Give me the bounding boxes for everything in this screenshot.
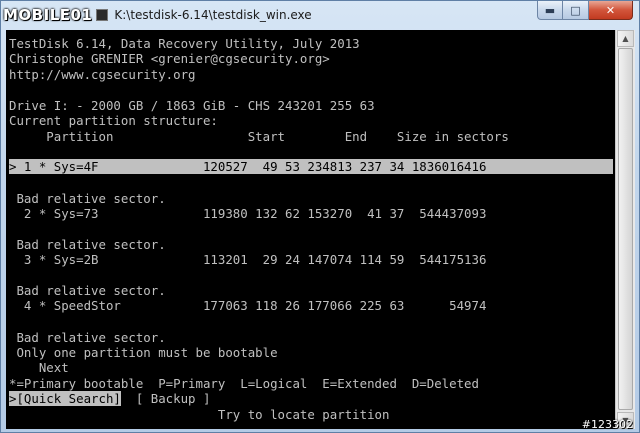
- console-app-icon: [96, 9, 109, 21]
- site-logo: MOBILE01: [3, 6, 93, 24]
- watermark: #123302: [581, 418, 633, 431]
- partition-row-4[interactable]: 4 * SpeedStor 177063 118 26 177066 225 6…: [9, 298, 487, 313]
- action-menu: >[Quick Search] [ Backup ]: [9, 391, 210, 406]
- quick-search-button[interactable]: >[Quick Search]: [9, 391, 121, 406]
- column-headers: Partition Start End Size in sectors: [9, 129, 509, 144]
- drive-info: Drive I: - 2000 GB / 1863 GiB - CHS 2432…: [9, 98, 375, 113]
- vertical-scrollbar[interactable]: ▲ ▼: [615, 30, 635, 429]
- partition-warning-4: Bad relative sector.: [9, 283, 166, 298]
- header-line-1: TestDisk 6.14, Data Recovery Utility, Ju…: [9, 36, 360, 51]
- window-controls: ▬ □ ✕: [537, 1, 633, 20]
- partition-warning-2: Bad relative sector.: [9, 191, 166, 206]
- scroll-up-icon[interactable]: ▲: [617, 30, 634, 47]
- partition-row-3[interactable]: 3 * Sys=2B 113201 29 24 147074 114 59 54…: [9, 252, 487, 267]
- close-button[interactable]: ✕: [589, 1, 633, 20]
- structure-label: Current partition structure:: [9, 113, 218, 128]
- scroll-thumb[interactable]: [618, 48, 633, 410]
- next-link[interactable]: Next: [9, 360, 69, 375]
- console-output[interactable]: TestDisk 6.14, Data Recovery Utility, Ju…: [6, 30, 615, 429]
- header-line-2: Christophe GRENIER <grenier@cgsecurity.o…: [9, 51, 330, 66]
- minimize-button[interactable]: ▬: [537, 1, 563, 20]
- console-window: MOBILE01 K:\testdisk-6.14\testdisk_win.e…: [0, 0, 640, 433]
- maximize-button[interactable]: □: [563, 1, 589, 20]
- action-hint: Try to locate partition: [9, 407, 390, 422]
- partition-warning-3: Bad relative sector.: [9, 237, 166, 252]
- title-bar[interactable]: MOBILE01 K:\testdisk-6.14\testdisk_win.e…: [1, 1, 639, 29]
- header-line-3: http://www.cgsecurity.org: [9, 67, 196, 82]
- window-title: K:\testdisk-6.14\testdisk_win.exe: [114, 8, 312, 22]
- partition-legend: *=Primary bootable P=Primary L=Logical E…: [9, 376, 479, 391]
- partition-row-2[interactable]: 2 * Sys=73 119380 132 62 153270 41 37 54…: [9, 206, 487, 221]
- bootable-message: Only one partition must be bootable: [9, 345, 278, 360]
- backup-button[interactable]: [ Backup ]: [121, 391, 211, 406]
- partition-row-1[interactable]: > 1 * Sys=4F 120527 49 53 234813 237 34 …: [9, 159, 613, 174]
- final-warning: Bad relative sector.: [9, 330, 166, 345]
